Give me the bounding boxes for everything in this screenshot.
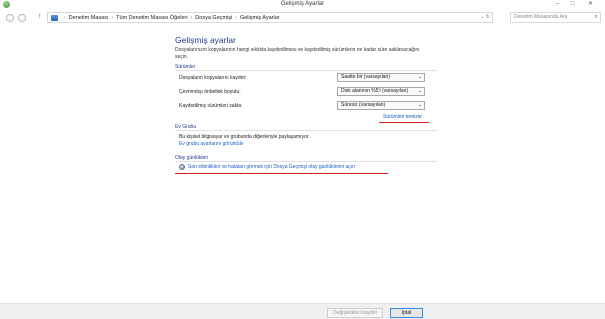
- open-event-logs-link[interactable]: Son etkinlikleri ve hataları görmek için…: [188, 164, 355, 170]
- control-panel-icon: [51, 14, 58, 21]
- save-copies-value: Saatte bir (varsayılan): [341, 74, 390, 80]
- breadcrumb-separator[interactable]: ›: [235, 15, 237, 21]
- save-copies-label: Dosyaların kopyalarını kaydet:: [179, 75, 247, 81]
- annotation-underline: [379, 122, 429, 123]
- chevron-down-icon: ⌄: [417, 74, 422, 80]
- keep-versions-dropdown[interactable]: Süresiz (varsayılan) ⌄: [337, 101, 425, 110]
- close-button[interactable]: ✕: [584, 0, 597, 9]
- cleanup-versions-link[interactable]: Sürümleri temizle: [383, 114, 422, 120]
- button-bar: Değişiklikleri kaydet İptal: [0, 303, 605, 319]
- forward-button[interactable]: →: [18, 14, 26, 22]
- offline-cache-dropdown[interactable]: Disk alanının %5'i (varsayılan) ⌄: [337, 87, 425, 96]
- search-placeholder: Denetim Masasında Ara: [514, 14, 568, 20]
- minimize-button[interactable]: –: [551, 0, 564, 9]
- search-icon[interactable]: ⌕: [595, 13, 598, 22]
- title-bar: Gelişmiş Ayarlar – □ ✕: [0, 0, 605, 9]
- window-title: Gelişmiş Ayarlar: [280, 1, 325, 7]
- section-divider: [175, 130, 437, 131]
- breadcrumb-separator[interactable]: ›: [111, 15, 113, 21]
- annotation-underline: [175, 173, 388, 174]
- shield-icon: [179, 164, 185, 170]
- breadcrumb-file-history[interactable]: Dosya Geçmişi: [195, 15, 232, 21]
- keep-versions-label: Kaydedilmiş sürümleri sakla:: [179, 103, 243, 109]
- cancel-button[interactable]: İptal: [390, 308, 423, 318]
- offline-cache-value: Disk alanının %5'i (varsayılan): [341, 88, 409, 94]
- chevron-down-icon: ⌄: [417, 88, 422, 94]
- address-bar[interactable]: › Denetim Masası › Tüm Denetim Masası Öğ…: [47, 12, 493, 23]
- offline-cache-label: Çevrimdışı önbellek boyutu:: [179, 89, 241, 95]
- up-button[interactable]: ↑: [38, 13, 42, 20]
- chevron-down-icon: ⌄: [417, 102, 422, 108]
- search-input[interactable]: Denetim Masasında Ara ⌕: [510, 12, 601, 23]
- breadcrumb-all-items[interactable]: Tüm Denetim Masası Öğeleri: [116, 15, 188, 21]
- section-divider: [175, 161, 437, 162]
- homegroup-settings-link[interactable]: Ev grubu ayarlarını görüntüle: [179, 141, 243, 147]
- breadcrumb-separator: ›: [64, 14, 66, 21]
- address-refresh-controls[interactable]: ⌄ ↻: [480, 13, 490, 22]
- navigation-bar: ← → ↑ › Denetim Masası › Tüm Denetim Mas…: [0, 11, 605, 25]
- save-changes-button[interactable]: Değişiklikleri kaydet: [327, 308, 383, 318]
- page-title: Gelişmiş ayarlar: [175, 35, 236, 45]
- back-button[interactable]: ←: [6, 14, 14, 22]
- breadcrumb-separator[interactable]: ›: [191, 15, 193, 21]
- keep-versions-value: Süresiz (varsayılan): [341, 102, 386, 108]
- homegroup-status-text: Bu kişisel bilgisayar ev grubunda diğerl…: [179, 134, 310, 140]
- maximize-button[interactable]: □: [566, 0, 579, 9]
- breadcrumb-control-panel[interactable]: Denetim Masası: [69, 15, 109, 21]
- breadcrumb-advanced-settings[interactable]: Gelişmiş Ayarlar: [240, 15, 280, 21]
- save-copies-dropdown[interactable]: Saatte bir (varsayılan) ⌄: [337, 73, 425, 82]
- section-divider: [175, 70, 437, 71]
- page-description: Dosyalarınızın kopyalarının hangi sıklık…: [175, 47, 420, 60]
